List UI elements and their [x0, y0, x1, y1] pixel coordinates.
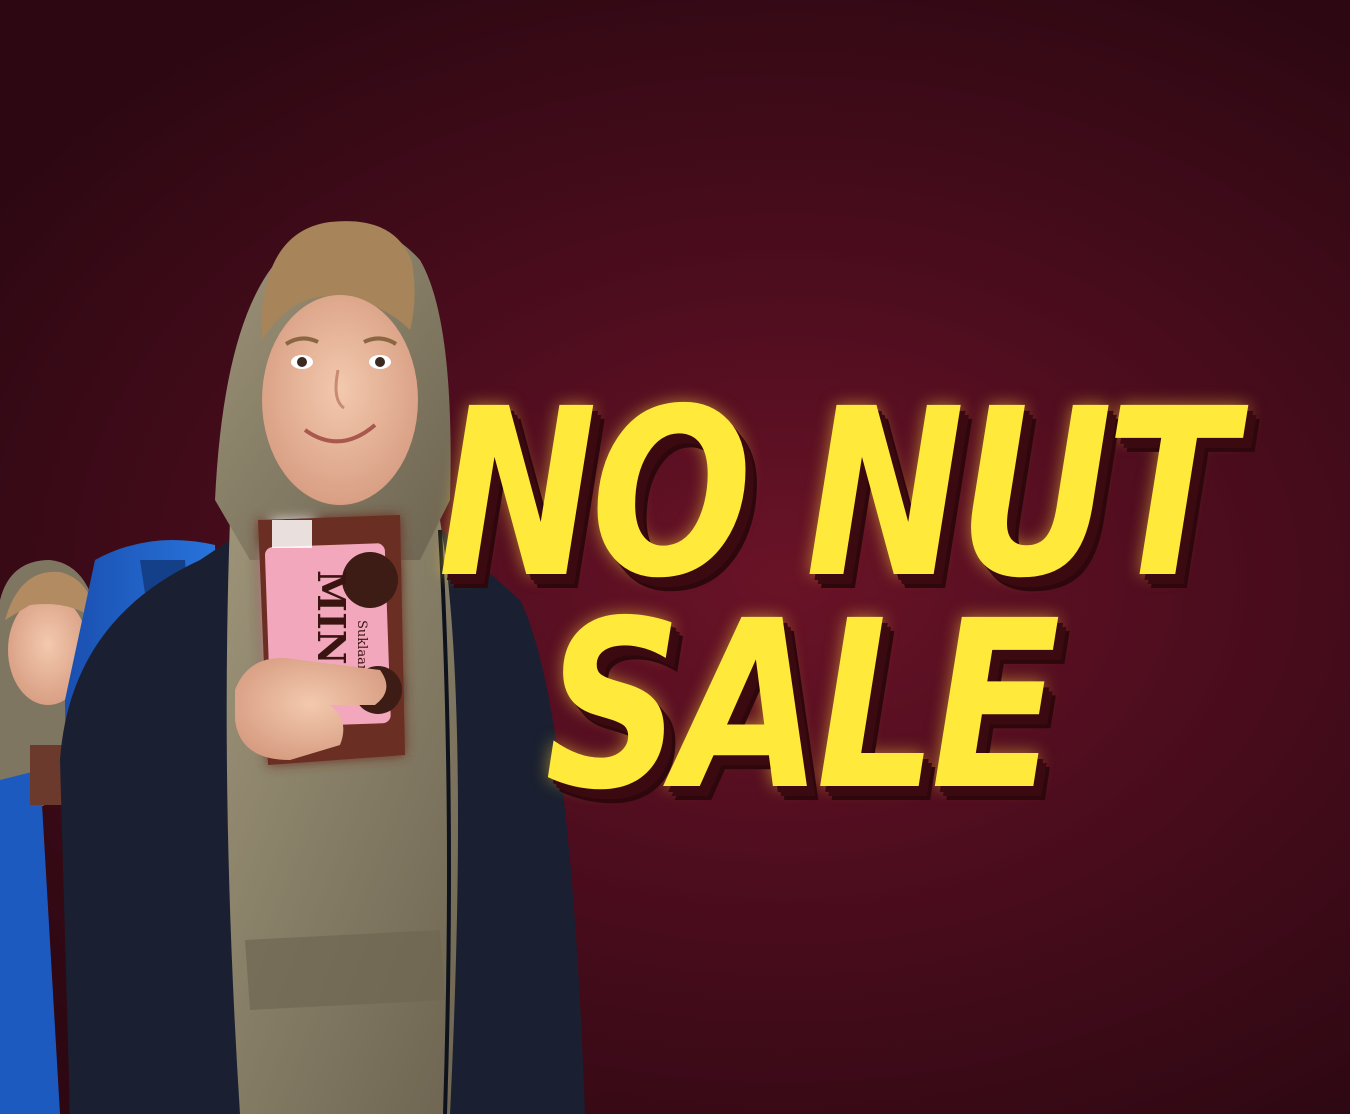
figures-illustration: MINO Suklaanen: [0, 221, 585, 1114]
thumbnail-scene: MINO Suklaanen NO NUT SALE: [0, 0, 1350, 1114]
face: [262, 295, 418, 505]
